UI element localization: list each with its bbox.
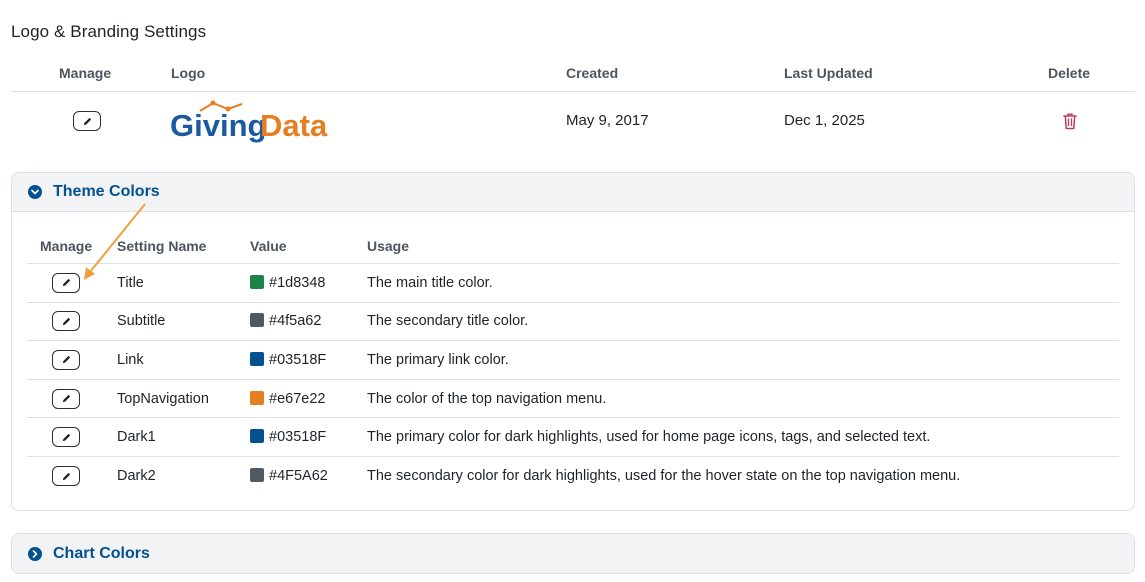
- color-swatch: [250, 351, 264, 366]
- theme-colors-table: Manage Setting Name Value Usage Title #1d…: [27, 234, 1119, 496]
- edit-setting-button[interactable]: [52, 349, 80, 370]
- edit-setting-button[interactable]: [52, 466, 80, 487]
- chart-colors-title: Chart Colors: [53, 544, 150, 562]
- setting-value: #4F5A62: [250, 468, 328, 484]
- pencil-icon: [62, 394, 70, 403]
- header-setting-name: Setting Name: [117, 238, 207, 254]
- header-created: Created: [566, 65, 619, 81]
- color-swatch: [250, 313, 264, 328]
- header-delete: Delete: [1048, 65, 1091, 81]
- setting-name: Subtitle: [117, 313, 166, 330]
- color-swatch: [250, 429, 264, 444]
- pencil-icon: [83, 117, 91, 125]
- table-row: Dark1 #03518F The primary color for dark h…: [27, 418, 1119, 457]
- pencil-icon: [62, 317, 70, 326]
- page-title: Logo & Branding Settings: [11, 22, 207, 41]
- setting-value-text: #4F5A62: [269, 468, 328, 485]
- setting-name: Link: [117, 351, 144, 368]
- color-swatch: [250, 468, 264, 483]
- logo-table-header: Manage Logo Created Last Updated Delete: [11, 60, 1135, 92]
- chart-colors-toggle[interactable]: Chart Colors: [12, 534, 1134, 573]
- setting-usage: The primary link color.: [367, 351, 509, 368]
- theme-colors-title: Theme Colors: [53, 183, 160, 200]
- chevron-down-icon: [28, 185, 42, 199]
- logo-row: Giving Data May 9, 2017 Dec 1, 2025: [11, 92, 1135, 152]
- table-row: Subtitle #4f5a62 The secondary title color…: [27, 303, 1119, 342]
- setting-value: #1d8348: [250, 274, 326, 291]
- logo-updated-date: Dec 1, 2025: [784, 112, 865, 129]
- edit-setting-button[interactable]: [52, 311, 80, 332]
- setting-usage: The primary color for dark highlights, u…: [367, 429, 931, 446]
- logo-text-giving: Giving: [170, 108, 266, 143]
- setting-name: Title: [117, 274, 144, 291]
- setting-value: #03518F: [250, 351, 327, 368]
- header-value: Value: [250, 238, 287, 254]
- setting-value-text: #03518F: [269, 351, 327, 368]
- header-manage: Manage: [40, 238, 93, 254]
- pencil-icon: [62, 356, 70, 364]
- setting-value-text: #1d8348: [269, 274, 326, 291]
- table-row: Link #03518F The primary link color.: [27, 341, 1119, 380]
- setting-value-text: #4f5a62: [269, 313, 322, 330]
- logo-table: Manage Logo Created Last Updated Delete …: [11, 60, 1135, 152]
- pencil-icon: [62, 279, 70, 287]
- giving-data-logo: Giving Data: [170, 100, 328, 143]
- edit-setting-button[interactable]: [52, 272, 80, 293]
- header-manage: Manage: [59, 65, 112, 81]
- edit-setting-button[interactable]: [52, 388, 80, 409]
- color-swatch: [250, 274, 264, 289]
- color-swatch: [250, 390, 264, 405]
- table-row: Dark2 #4F5A62 The secondary color for dark…: [27, 457, 1119, 496]
- setting-value: #e67e22: [250, 390, 326, 407]
- header-usage: Usage: [367, 238, 410, 254]
- logo-text-data: Data: [260, 108, 328, 143]
- theme-table-body: Title #1d8348 The main title color. Subtitl…: [27, 264, 1119, 496]
- setting-name: Dark2: [117, 468, 156, 485]
- pencil-icon: [62, 433, 70, 441]
- chart-colors-panel: Chart Colors: [11, 533, 1135, 574]
- setting-name: Dark1: [117, 429, 156, 446]
- setting-usage: The main title color.: [367, 274, 493, 291]
- setting-value: #03518F: [250, 429, 326, 445]
- header-logo: Logo: [171, 65, 206, 81]
- setting-value-text: #e67e22: [269, 390, 326, 407]
- table-row: TopNavigation #e67e22 The color of the top…: [27, 380, 1119, 419]
- table-row: Title #1d8348 The main title color.: [27, 264, 1119, 303]
- setting-usage: The color of the top navigation menu.: [367, 390, 607, 407]
- chevron-right-icon: [28, 546, 42, 561]
- theme-colors-toggle[interactable]: Theme Colors: [12, 173, 1134, 212]
- setting-value-text: #03518F: [269, 429, 327, 446]
- setting-usage: The secondary title color.: [367, 313, 529, 330]
- pencil-icon: [62, 472, 70, 480]
- theme-table-header: Manage Setting Name Value Usage: [27, 234, 1119, 264]
- setting-usage: The secondary color for dark highlights,…: [367, 468, 961, 485]
- setting-value: #4f5a62: [250, 313, 321, 329]
- edit-logo-button[interactable]: [73, 111, 101, 131]
- edit-setting-button[interactable]: [52, 427, 80, 448]
- logo-created-date: May 9, 2017: [566, 112, 649, 129]
- theme-colors-panel: Theme Colors Manage Setting Name Value U…: [11, 172, 1135, 511]
- setting-name: TopNavigation: [117, 390, 209, 407]
- header-last-updated: Last Updated: [784, 65, 873, 81]
- trash-icon[interactable]: [1062, 112, 1078, 130]
